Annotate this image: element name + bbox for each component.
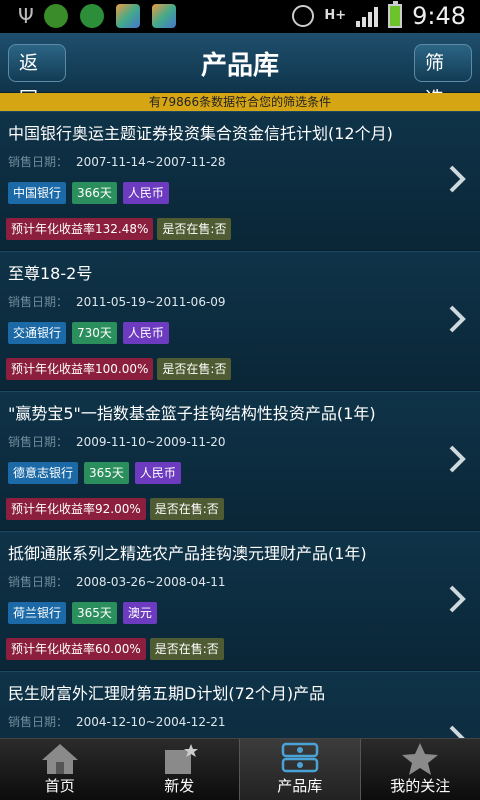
product-title: "赢势宝5"一指数基金篮子挂钩结构性投资产品(1年) [8, 404, 376, 423]
yield-tag: 预计年化收益率92.00% [6, 498, 146, 520]
filter-button[interactable]: 筛选 [414, 44, 472, 110]
alarm-icon [292, 5, 315, 27]
product-list-item[interactable]: "赢势宝5"一指数基金篮子挂钩结构性投资产品(1年) 销售日期： 2009-11-… [0, 391, 480, 531]
bank-tag: 中国银行 [8, 182, 67, 204]
tag-row: 交通银行 730天 人民币 [8, 322, 169, 344]
store-icon [116, 4, 140, 28]
chevron-right-icon [449, 305, 466, 333]
chevron-right-icon [449, 725, 465, 738]
tag-row: 中国银行 366天 人民币 [8, 182, 169, 204]
tag-row: 荷兰银行 365天 澳元 [8, 602, 157, 624]
nav-new[interactable]: 新发 [120, 739, 240, 800]
nav-label: 产品库 [277, 777, 323, 795]
page-title: 产品库 [200, 51, 279, 81]
bank-tag: 荷兰银行 [8, 602, 67, 624]
on-sale-tag: 是否在售:否 [157, 358, 232, 380]
product-title: 至尊18-2号 [8, 264, 93, 283]
product-list[interactable]: 中国银行奥运主题证券投资集合资金信托计划(12个月) 销售日期： 2007-11-… [0, 111, 480, 738]
nav-my-follows[interactable]: 我的关注 [361, 739, 480, 800]
sale-date-row: 销售日期： 2007-11-14~2007-11-28 [8, 153, 226, 170]
product-list-item[interactable]: 民生财富外汇理财第五期D计划(72个月)产品 销售日期： 2004-12-10~2… [0, 671, 480, 738]
term-tag: 365天 [84, 462, 129, 484]
app-header: 返回 产品库 筛选 [0, 33, 480, 110]
yield-tag: 预计年化收益率100.00% [6, 358, 154, 380]
result-count-banner: 有79866条数据符合您的筛选条件 [0, 93, 480, 111]
usb-icon: Ψ [18, 4, 34, 28]
tag-row-2: 预计年化收益率132.48% 是否在售:否 [6, 218, 232, 240]
product-list-item[interactable]: 至尊18-2号 销售日期： 2011-05-19~2011-06-09 交通银行 … [0, 251, 480, 391]
sale-date-label: 销售日期： [8, 155, 69, 169]
star-icon [402, 743, 439, 775]
nav-label: 新发 [164, 777, 195, 795]
home-icon [41, 744, 78, 774]
sale-date-value: 2004-12-10~2004-12-21 [76, 715, 226, 729]
app-notification-icon [44, 4, 68, 28]
nav-label: 首页 [44, 777, 75, 795]
product-title: 中国银行奥运主题证券投资集合资金信托计划(12个月) [8, 124, 393, 143]
tag-row-2: 预计年化收益率60.00% 是否在售:否 [6, 638, 224, 660]
product-title: 抵御通胀系列之精选农产品挂钩澳元理财产品(1年) [8, 544, 367, 563]
sale-date-label: 销售日期： [8, 575, 69, 589]
sale-date-label: 销售日期： [8, 435, 69, 449]
sale-date-value: 2011-05-19~2011-06-09 [76, 295, 226, 309]
currency-tag: 澳元 [122, 602, 157, 624]
upload-icon [80, 4, 104, 28]
currency-tag: 人民币 [122, 322, 169, 344]
bank-tag: 德意志银行 [8, 462, 79, 484]
yield-tag: 预计年化收益率132.48% [6, 218, 154, 240]
term-tag: 365天 [72, 602, 117, 624]
nav-label: 我的关注 [390, 777, 451, 795]
chevron-right-icon [449, 585, 466, 613]
network-type: H+ [324, 8, 347, 23]
chevron-right-icon [449, 445, 466, 473]
battery-icon [388, 1, 403, 28]
currency-tag: 人民币 [122, 182, 169, 204]
currency-tag: 人民币 [134, 462, 181, 484]
sale-date-label: 销售日期： [8, 295, 69, 309]
bank-tag: 交通银行 [8, 322, 67, 344]
notification-icons: Ψ [18, 4, 176, 28]
product-title: 民生财富外汇理财第五期D计划(72个月)产品 [8, 684, 326, 703]
product-list-item[interactable]: 中国银行奥运主题证券投资集合资金信托计划(12个月) 销售日期： 2007-11-… [0, 111, 480, 251]
tag-row-2: 预计年化收益率92.00% 是否在售:否 [6, 498, 224, 520]
sale-date-row: 销售日期： 2009-11-10~2009-11-20 [8, 433, 226, 450]
status-bar: Ψ H+ 9:48 [0, 0, 480, 33]
on-sale-tag: 是否在售:否 [149, 498, 224, 520]
term-tag: 730天 [72, 322, 117, 344]
system-icons: H+ 9:48 [292, 1, 466, 30]
sale-date-row: 销售日期： 2004-12-10~2004-12-21 [8, 713, 226, 730]
chevron-right-icon [449, 165, 466, 193]
tag-row: 德意志银行 365天 人民币 [8, 462, 181, 484]
bottom-navigation: 首页 新发 产品库 我的关注 [0, 738, 480, 800]
sale-date-value: 2007-11-14~2007-11-28 [76, 155, 226, 169]
product-list-item[interactable]: 抵御通胀系列之精选农产品挂钩澳元理财产品(1年) 销售日期： 2008-03-26… [0, 531, 480, 671]
sale-date-row: 销售日期： 2008-03-26~2008-04-11 [8, 573, 226, 590]
clock: 9:48 [412, 2, 466, 30]
store-icon-2 [152, 4, 176, 28]
sale-date-label: 销售日期： [8, 715, 69, 729]
product-library-icon [281, 742, 318, 773]
on-sale-tag: 是否在售:否 [149, 638, 224, 660]
sale-date-row: 销售日期： 2011-05-19~2011-06-09 [8, 293, 226, 310]
term-tag: 366天 [72, 182, 117, 204]
sale-date-value: 2009-11-10~2009-11-20 [76, 435, 226, 449]
yield-tag: 预计年化收益率60.00% [6, 638, 146, 660]
on-sale-tag: 是否在售:否 [157, 218, 232, 240]
nav-home[interactable]: 首页 [0, 739, 120, 800]
nav-product-library[interactable]: 产品库 [239, 739, 361, 800]
signal-icon [356, 5, 379, 27]
new-release-icon [165, 744, 199, 774]
sale-date-value: 2008-03-26~2008-04-11 [76, 575, 226, 589]
tag-row-2: 预计年化收益率100.00% 是否在售:否 [6, 358, 232, 380]
